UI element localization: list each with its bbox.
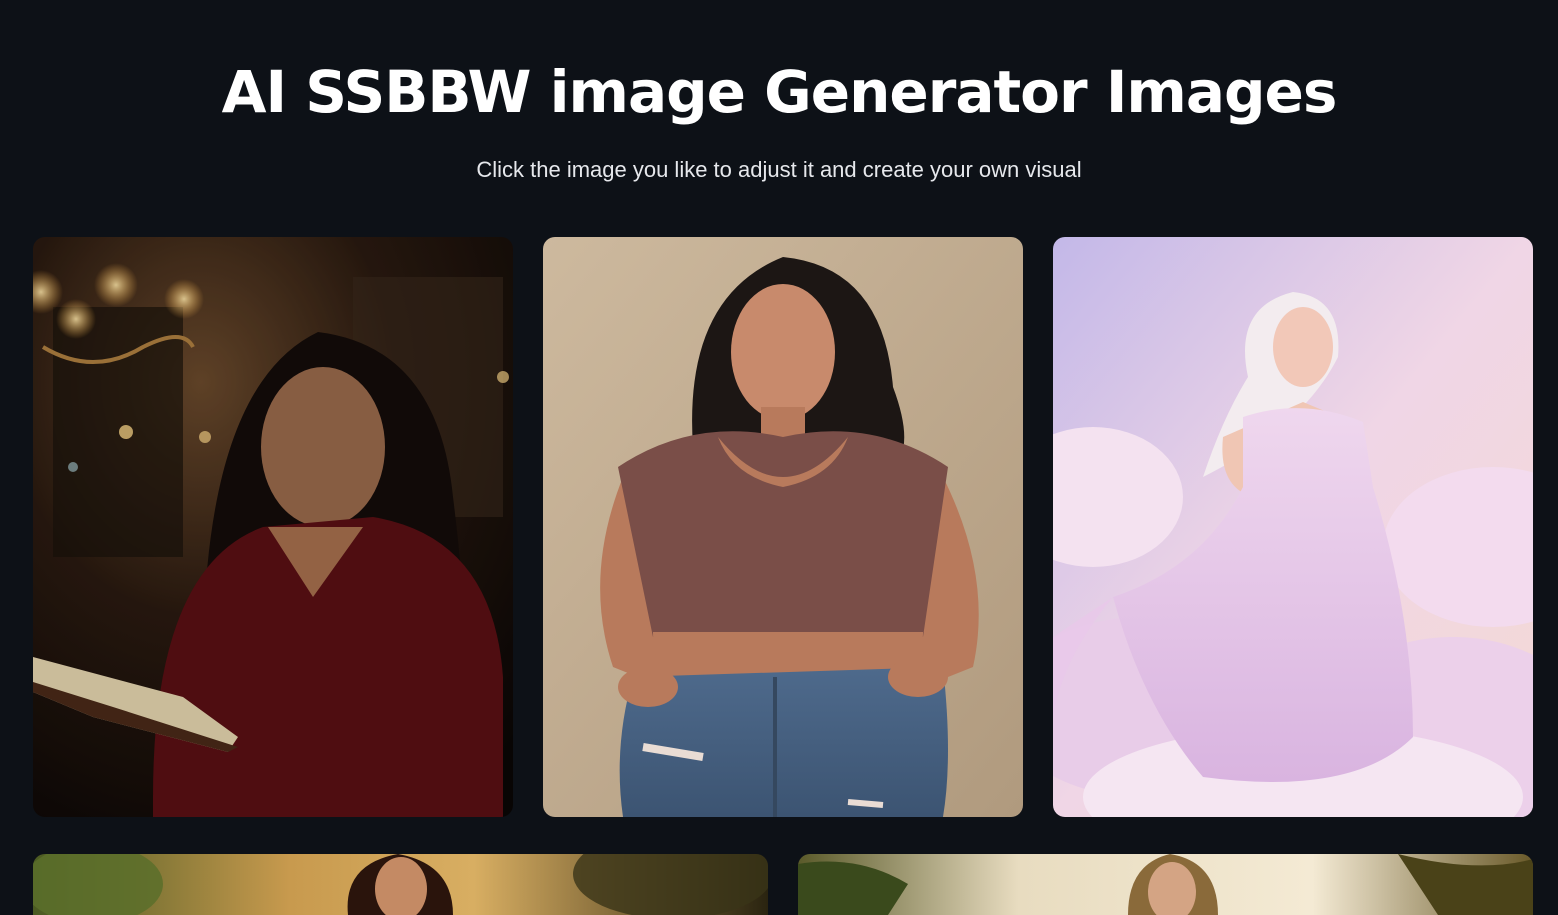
gallery-image [33, 237, 513, 817]
page-subtitle: Click the image you like to adjust it an… [476, 157, 1082, 182]
gallery-page: AI SSBBW image Generator Images Click th… [0, 0, 1558, 915]
gallery-image [1053, 237, 1533, 817]
gallery-image-card[interactable] [1053, 237, 1533, 817]
gallery-image [543, 237, 1023, 817]
gallery-image [798, 854, 1533, 915]
gallery-image-card[interactable] [33, 237, 513, 817]
gallery-image [33, 854, 768, 915]
gallery-image-card[interactable] [798, 854, 1533, 915]
page-title: AI SSBBW image Generator Images [221, 58, 1338, 126]
gallery-image-card[interactable] [33, 854, 768, 915]
gallery-image-card[interactable] [543, 237, 1023, 817]
